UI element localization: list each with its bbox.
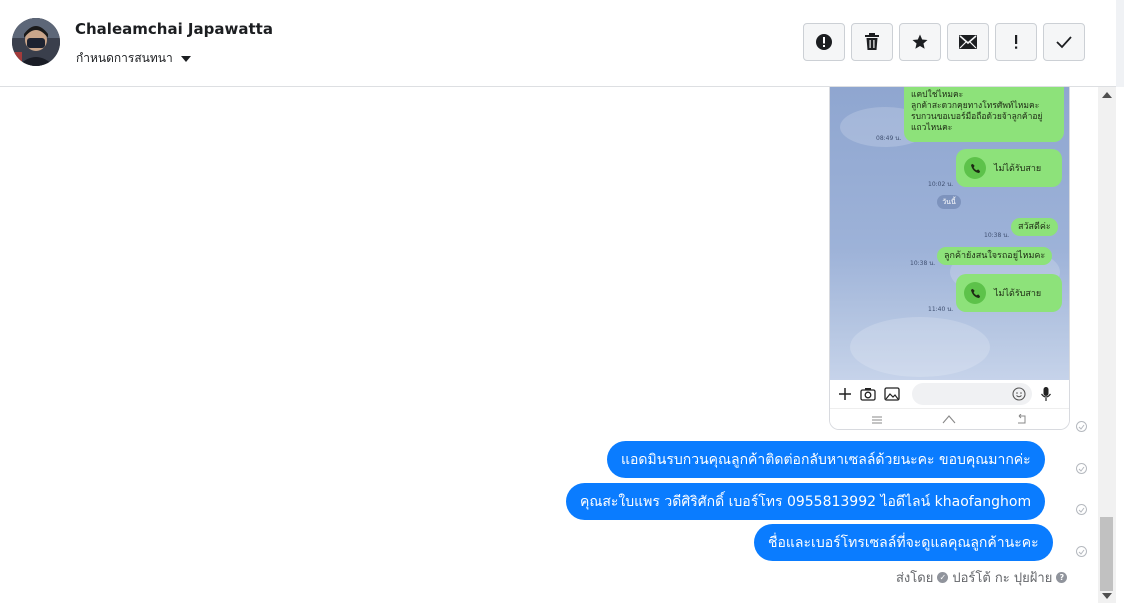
line-message-field xyxy=(912,383,1032,405)
timestamp: 08:49 น. xyxy=(876,135,902,142)
timestamp: 10:38 น. xyxy=(984,232,1010,239)
menu-lines-icon xyxy=(872,416,882,424)
seen-check-icon xyxy=(1076,421,1087,432)
scrollbar-thumb[interactable] xyxy=(1100,517,1113,591)
mark-unread-button[interactable] xyxy=(947,23,989,61)
message-bubble[interactable]: ชื่อและเบอร์โทรเซลล์ที่จะดูแลคุณลูกค้านะ… xyxy=(754,524,1053,561)
help-icon[interactable]: ? xyxy=(1056,572,1068,583)
line-bubble-question: ลูกค้ายังสนใจรถอยู่ไหมคะ xyxy=(937,247,1053,265)
contact-name: Chaleamchai Japawatta xyxy=(75,20,273,38)
seen-check-icon xyxy=(1076,463,1087,474)
mark-spam-button[interactable] xyxy=(803,23,845,61)
home-icon xyxy=(942,415,956,424)
plus-icon xyxy=(839,388,851,400)
day-divider: วันนี้ xyxy=(937,195,961,209)
line-chat-screenshot: แคปใช่ไหมคะ ลูกค้าสะดวกคุยทางโทรศัพท์ไหม… xyxy=(830,87,1069,380)
back-icon xyxy=(1018,414,1026,424)
sent-by-agent: ปอร์โต้ กะ ปุยฝ้าย xyxy=(952,571,1053,586)
scroll-up-arrow-icon[interactable] xyxy=(1102,92,1112,98)
assign-label: กำหนดการสนทนา xyxy=(76,51,173,65)
alert-icon xyxy=(816,34,832,50)
phone-nav-bar xyxy=(830,408,1069,429)
trash-icon xyxy=(865,33,879,50)
follow-up-button[interactable] xyxy=(995,23,1037,61)
scroll-down-arrow-icon[interactable] xyxy=(1102,593,1112,599)
line-bubble-text: แคปใช่ไหมคะ ลูกค้าสะดวกคุยทางโทรศัพท์ไหม… xyxy=(904,87,1064,142)
message-bubble[interactable]: คุณสะใบแพร วดีศิริศักดิ์ เบอร์โทร 095581… xyxy=(566,483,1046,520)
verified-icon: ✓ xyxy=(937,572,949,583)
missed-call-label: ไม่ได้รับสาย xyxy=(994,289,1042,299)
conversation-toolbar xyxy=(803,23,1085,61)
caret-down-icon xyxy=(180,55,191,62)
seen-check-icon xyxy=(1076,504,1087,515)
envelope-icon xyxy=(959,35,977,49)
exclamation-icon xyxy=(1015,35,1018,49)
attached-image[interactable]: แคปใช่ไหมคะ ลูกค้าสะดวกคุยทางโทรศัพท์ไหม… xyxy=(829,87,1070,430)
avatar[interactable] xyxy=(12,18,60,66)
delete-button[interactable] xyxy=(851,23,893,61)
line-bubble-greeting: สวัสดีค่ะ xyxy=(1011,218,1058,236)
check-icon xyxy=(1056,36,1072,49)
scrollbar[interactable] xyxy=(1098,87,1116,603)
assign-conversation-dropdown[interactable]: กำหนดการสนทนา xyxy=(76,49,191,68)
star-button[interactable] xyxy=(899,23,941,61)
phone-icon xyxy=(964,157,986,179)
line-input-bar xyxy=(830,380,1069,408)
emoji-icon xyxy=(1012,387,1026,401)
mark-done-button[interactable] xyxy=(1043,23,1085,61)
phone-icon xyxy=(964,282,986,304)
missed-call-label: ไม่ได้รับสาย xyxy=(994,164,1042,174)
microphone-icon xyxy=(1041,387,1051,401)
message-bubble[interactable]: แอดมินรบกวนคุณลูกค้าติดต่อกลับหาเซลล์ด้ว… xyxy=(607,441,1045,478)
sent-by-prefix: ส่งโดย xyxy=(896,571,934,586)
image-icon xyxy=(884,387,900,401)
timestamp: 10:38 น. xyxy=(910,260,936,267)
sent-by-line: ส่งโดย ✓ ปอร์โต้ กะ ปุยฝ้าย ? xyxy=(896,567,1068,588)
timestamp: 10:02 น. xyxy=(928,181,954,188)
timestamp: 11:40 น. xyxy=(928,306,954,313)
messenger-conversation: Chaleamchai Japawatta กำหนดการสนทนา แคปใ… xyxy=(0,0,1124,603)
camera-icon xyxy=(860,388,876,401)
star-icon xyxy=(912,34,928,49)
conversation-header: Chaleamchai Japawatta กำหนดการสนทนา xyxy=(0,0,1116,87)
missed-call-bubble: ไม่ได้รับสาย xyxy=(956,149,1062,187)
missed-call-bubble: ไม่ได้รับสาย xyxy=(956,274,1062,312)
seen-check-icon xyxy=(1076,546,1087,557)
right-edge xyxy=(1116,0,1124,87)
